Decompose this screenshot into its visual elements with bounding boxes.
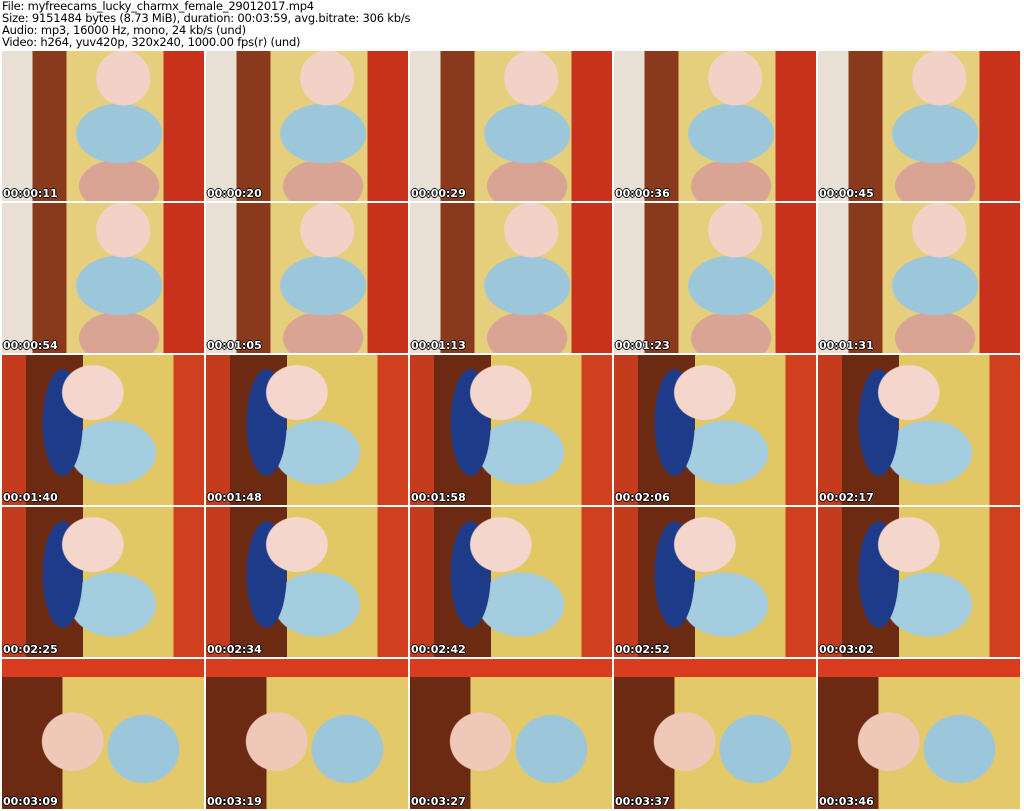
video-thumbnail: 00:02:17 — [818, 355, 1020, 505]
video-thumbnail: 00:01:23 — [614, 203, 816, 353]
video-thumbnail: 00:02:52 — [614, 507, 816, 657]
thumbnail-timestamp: 00:02:25 — [3, 643, 58, 656]
file-info: File: myfreecams_lucky_charmx_female_290… — [2, 0, 411, 49]
thumbnail-timestamp: 00:01:13 — [411, 339, 466, 352]
thumbnail-timestamp: 00:01:40 — [3, 491, 58, 504]
video-thumbnail: 00:01:58 — [410, 355, 612, 505]
video-thumbnail: 00:01:05 — [206, 203, 408, 353]
video-info: Video: h264, yuv420p, 320x240, 1000.00 f… — [2, 35, 301, 49]
thumbnail-timestamp: 00:03:27 — [411, 795, 466, 808]
thumbnail-timestamp: 00:01:31 — [819, 339, 874, 352]
thumbnail-timestamp: 00:00:54 — [3, 339, 58, 352]
video-thumbnail: 00:01:31 — [818, 203, 1020, 353]
thumbnail-timestamp: 00:03:37 — [615, 795, 670, 808]
thumbnail-timestamp: 00:00:11 — [3, 187, 58, 200]
thumbnail-timestamp: 00:03:46 — [819, 795, 874, 808]
video-thumbnail: 00:03:09 — [2, 659, 204, 809]
thumbnail-timestamp: 00:02:17 — [819, 491, 874, 504]
video-thumbnail: 00:01:40 — [2, 355, 204, 505]
thumbnail-timestamp: 00:00:29 — [411, 187, 466, 200]
video-thumbnail: 00:01:13 — [410, 203, 612, 353]
thumbnail-timestamp: 00:00:36 — [615, 187, 670, 200]
video-thumbnail: 00:03:02 — [818, 507, 1020, 657]
thumbnail-timestamp: 00:01:58 — [411, 491, 466, 504]
thumbnail-timestamp: 00:03:02 — [819, 643, 874, 656]
thumbnail-timestamp: 00:01:48 — [207, 491, 262, 504]
thumbnail-grid: 00:00:11 00:00:20 00:00:29 00:00:36 00:00:45… — [2, 51, 1020, 809]
video-thumbnail: 00:00:54 — [2, 203, 204, 353]
video-thumbnail: 00:00:29 — [410, 51, 612, 201]
video-thumbnail: 00:00:45 — [818, 51, 1020, 201]
thumbnail-timestamp: 00:00:20 — [207, 187, 262, 200]
thumbnail-timestamp: 00:01:23 — [615, 339, 670, 352]
video-thumbnail: 00:02:34 — [206, 507, 408, 657]
video-thumbnail: 00:02:25 — [2, 507, 204, 657]
thumbnail-timestamp: 00:01:05 — [207, 339, 262, 352]
video-thumbnail: 00:03:19 — [206, 659, 408, 809]
thumbnail-timestamp: 00:02:52 — [615, 643, 670, 656]
video-thumbnail: 00:03:37 — [614, 659, 816, 809]
video-thumbnail: 00:01:48 — [206, 355, 408, 505]
video-thumbnail: 00:00:20 — [206, 51, 408, 201]
thumbnail-timestamp: 00:03:19 — [207, 795, 262, 808]
video-thumbnail: 00:03:27 — [410, 659, 612, 809]
thumbnail-timestamp: 00:03:09 — [3, 795, 58, 808]
video-thumbnail: 00:03:46 — [818, 659, 1020, 809]
thumbnail-timestamp: 00:02:34 — [207, 643, 262, 656]
video-thumbnail: 00:00:36 — [614, 51, 816, 201]
thumbnail-timestamp: 00:02:06 — [615, 491, 670, 504]
thumbnail-timestamp: 00:00:45 — [819, 187, 874, 200]
video-thumbnail: 00:00:11 — [2, 51, 204, 201]
video-thumbnail: 00:02:06 — [614, 355, 816, 505]
video-thumbnail: 00:02:42 — [410, 507, 612, 657]
thumbnail-timestamp: 00:02:42 — [411, 643, 466, 656]
